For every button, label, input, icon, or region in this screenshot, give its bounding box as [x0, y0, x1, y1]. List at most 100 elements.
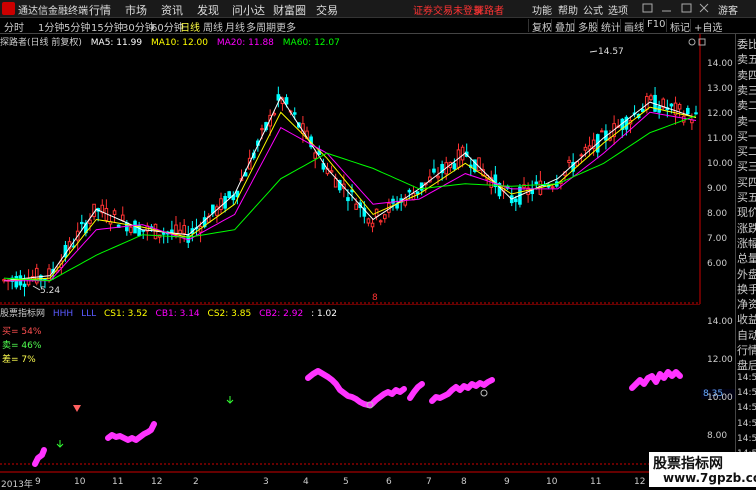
candle-body — [182, 225, 186, 234]
candle-body — [370, 222, 375, 228]
candle-body — [640, 108, 645, 113]
menu-wenxiaoda[interactable]: 问小达 — [232, 2, 265, 18]
app-title: 通达信金融终端 — [18, 6, 88, 17]
marker-circle-icon-2 — [480, 389, 488, 397]
guest-label[interactable]: 游客 — [718, 2, 738, 17]
f10-button[interactable]: F10 — [643, 19, 665, 32]
quote-side-panel: 委比 卖五 卖四 卖三 卖二 卖一 买一 买二 买三 买四 买五 现价 涨跌 涨幅 总量 外盘 换手 净资 收益 自动… — [735, 34, 756, 478]
main-y-tick: 7.00 — [707, 234, 728, 244]
period-5min[interactable]: 5分钟 — [64, 19, 90, 34]
x-tick: 8 — [461, 477, 467, 487]
ma-line-ma5 — [3, 95, 697, 282]
fuquan-button[interactable]: 复权 — [528, 19, 552, 34]
menu-xuanxiang[interactable]: 选项 — [608, 2, 628, 17]
diejia-button[interactable]: 叠加 — [551, 19, 575, 34]
menu-bangzhu[interactable]: 帮助 — [558, 2, 578, 17]
main-price-chart[interactable]: 14.57 5.24 8 — [0, 34, 735, 304]
app-logo-icon — [2, 2, 15, 15]
x-tick: 2 — [193, 477, 199, 487]
huaxian-button[interactable]: 画线 — [620, 19, 644, 34]
period-multi[interactable]: 多周期 — [246, 19, 276, 34]
side-panel-item: 委比 — [737, 38, 756, 51]
menu-shichang[interactable]: 市场 — [125, 2, 147, 18]
menu-zixun[interactable]: 资讯 — [161, 2, 183, 18]
login-user[interactable]: 探路者 — [474, 2, 504, 17]
sub-y-tick: 14.00 — [707, 317, 733, 327]
candle-body — [366, 218, 371, 224]
candle-body — [129, 226, 133, 233]
side-panel-item: 总量 — [737, 252, 756, 266]
side-panel-item: 外盘 — [737, 267, 756, 281]
candle-body — [346, 197, 350, 202]
candle-body — [354, 203, 358, 210]
biaoji-button[interactable]: 标记 — [666, 19, 690, 34]
maximize-icon — [681, 3, 692, 13]
menu-gongneng[interactable]: 功能 — [532, 2, 552, 17]
login-notice[interactable]: 证券交易未登录 — [413, 2, 483, 17]
x-tick: 3 — [263, 477, 269, 487]
side-panel-item: 卖二 — [737, 99, 756, 113]
moving-average-lines — [3, 95, 697, 282]
sell-signal-icon — [73, 405, 81, 412]
buy-signal-icon — [226, 396, 234, 404]
sub-indicator-chart[interactable] — [0, 304, 700, 476]
chart-tool-icons[interactable] — [688, 38, 706, 46]
candle-body — [583, 146, 588, 151]
menu-faxian[interactable]: 发现 — [197, 2, 219, 18]
side-panel-item[interactable]: 盘后 — [737, 357, 756, 373]
side-panel-item: 买三 — [737, 160, 756, 174]
candle-body — [534, 181, 539, 185]
candle-body — [493, 174, 498, 188]
main-y-tick: 12.00 — [707, 109, 733, 119]
ma-line-ma20 — [4, 111, 697, 282]
main-y-tick: 6.00 — [707, 259, 728, 269]
menu-gongshi[interactable]: 公式 — [583, 2, 603, 17]
side-panel-item[interactable]: 行情 — [737, 342, 756, 358]
side-panel-item: 14:50 — [737, 433, 756, 444]
period-weekly[interactable]: 周线 — [203, 19, 223, 34]
period-daily[interactable]: 日线 — [180, 19, 200, 34]
main-y-tick: 9.00 — [707, 184, 728, 194]
x-tick: 7 — [426, 477, 432, 487]
period-more[interactable]: 更多 — [276, 19, 296, 34]
candle-body — [669, 103, 674, 107]
side-panel-item: 买一 — [737, 129, 756, 143]
candle-body — [407, 189, 412, 193]
candle-body — [460, 146, 465, 161]
period-monthly[interactable]: 月线 — [225, 19, 245, 34]
candle-body — [383, 214, 387, 220]
side-panel-item: 卖三 — [737, 83, 756, 97]
side-panel-item: 卖五 — [737, 53, 756, 67]
candle-body — [174, 224, 178, 235]
menu-jiaoyi[interactable]: 交易 — [316, 2, 338, 18]
candle-body — [645, 96, 649, 110]
candle-body — [550, 186, 555, 189]
candle-body — [227, 191, 232, 199]
low-price-label: 5.24 — [40, 286, 60, 296]
duogu-button[interactable]: 多股 — [574, 19, 598, 34]
menu-caifuquan[interactable]: 财富圈 — [273, 2, 306, 18]
candle-body — [161, 232, 166, 235]
candle-body — [313, 152, 317, 159]
period-30min[interactable]: 30分钟 — [122, 19, 155, 34]
side-panel-item: 收益 — [737, 313, 756, 327]
add-watchlist-button[interactable]: +自选 — [690, 19, 722, 34]
period-15min[interactable]: 15分钟 — [91, 19, 124, 34]
period-60min[interactable]: 60分钟 — [151, 19, 184, 34]
candle-body — [681, 115, 686, 123]
x-tick: 12 — [634, 477, 646, 487]
side-panel-item: 换手 — [737, 282, 756, 296]
candle-body — [292, 112, 297, 115]
side-panel-item[interactable]: 自动 — [737, 327, 756, 343]
side-panel-item: 买二 — [737, 145, 756, 159]
period-1min[interactable]: 1分钟 — [38, 19, 64, 34]
tongji-button[interactable]: 统计 — [597, 19, 621, 34]
buy-signal-icon-2 — [56, 440, 64, 448]
candle-body — [436, 175, 440, 179]
menu-hangqing[interactable]: 行情 — [89, 2, 111, 18]
candle-body — [211, 204, 215, 214]
period-fenshi[interactable]: 分时 — [4, 19, 24, 34]
side-panel-item: 卖四 — [737, 68, 756, 82]
candle-body — [284, 97, 289, 105]
sub-y-tick: 8.00 — [707, 431, 728, 441]
